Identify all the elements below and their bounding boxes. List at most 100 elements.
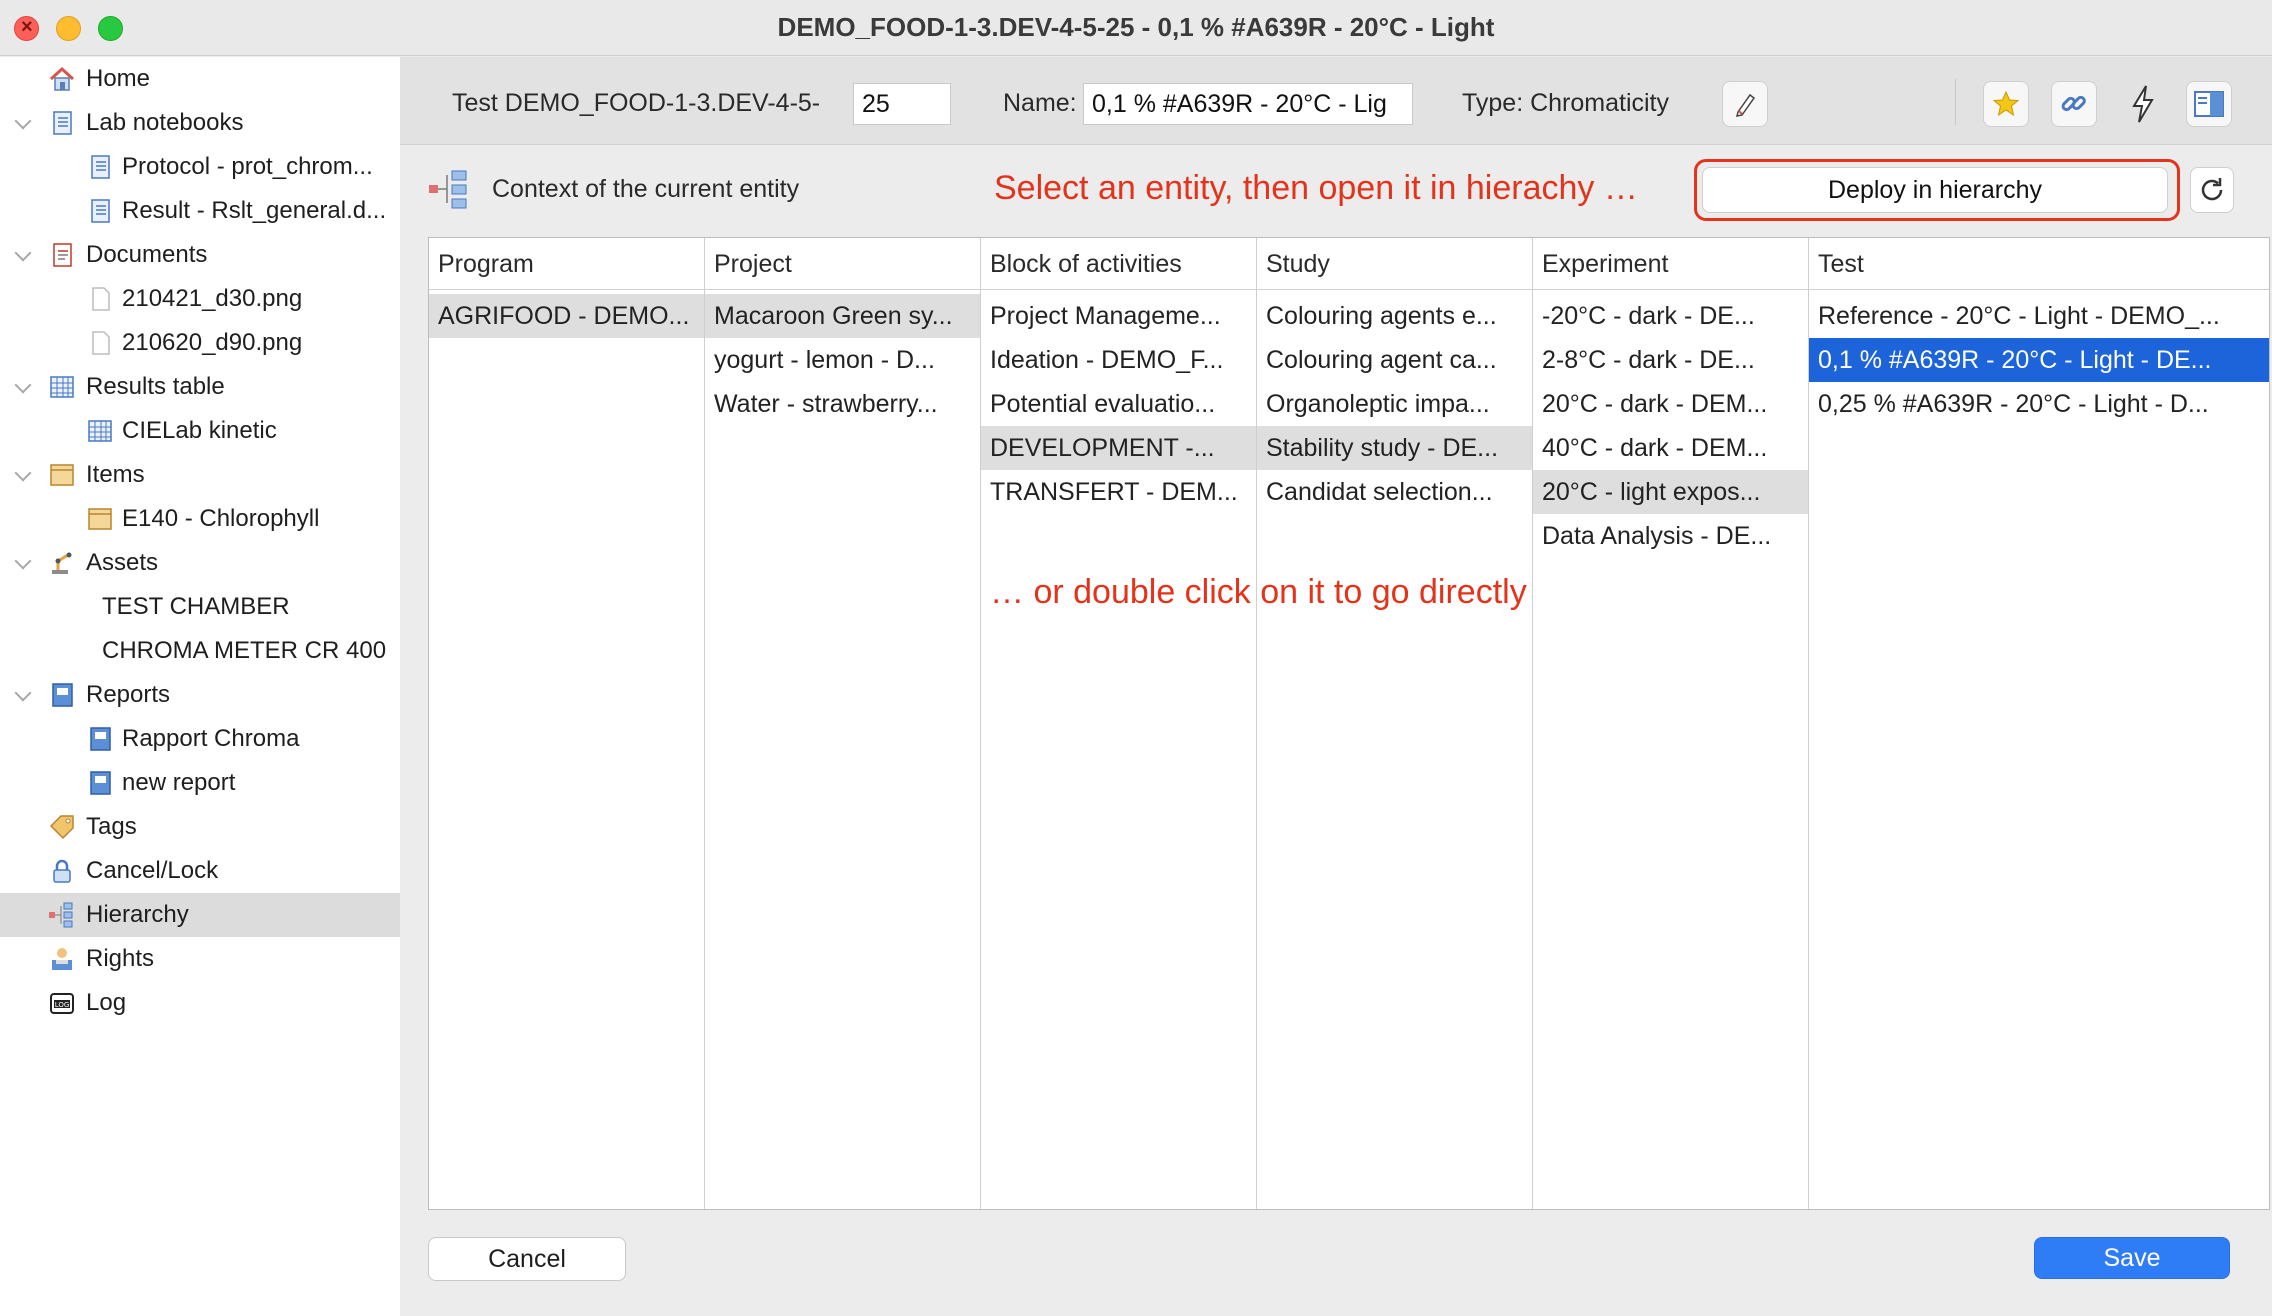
edit-type-button[interactable] [1722, 81, 1768, 127]
list-item[interactable]: Stability study - DE... [1257, 426, 1532, 470]
sidebar-item-label: Lab notebooks [86, 109, 244, 136]
list-item[interactable]: AGRIFOOD - DEMO... [429, 294, 704, 338]
chevron-down-icon[interactable] [14, 245, 34, 265]
chevron-down-icon[interactable] [14, 685, 34, 705]
sidebar-item-label: TEST CHAMBER [102, 593, 290, 620]
sidebar-item-label: CHROMA METER CR 400 [102, 637, 387, 664]
list-item[interactable]: 0,25 % #A639R - 20°C - Light - D... [1809, 382, 2269, 426]
sidebar-item-label: Hierarchy [86, 901, 189, 928]
main-panel: Test DEMO_FOOD-1-3.DEV-4-5- Name: Type: … [400, 57, 2272, 1316]
sidebar-item-results-table[interactable]: Results table [0, 365, 400, 409]
test-number-input[interactable] [853, 83, 951, 125]
entity-header: Test DEMO_FOOD-1-3.DEV-4-5- Name: Type: … [400, 57, 2272, 145]
sidebar-item-protocol[interactable]: Protocol - prot_chrom... [0, 145, 400, 189]
list-item[interactable]: DEVELOPMENT -... [981, 426, 1256, 470]
tag-icon [49, 815, 74, 840]
list-item[interactable]: 20°C - dark - DEM... [1533, 382, 1808, 426]
chevron-down-icon[interactable] [14, 553, 34, 573]
chevron-down-icon[interactable] [14, 113, 34, 133]
sidebar-item-items[interactable]: Items [0, 453, 400, 497]
list-item[interactable]: Macaroon Green sy... [705, 294, 980, 338]
save-button[interactable]: Save [2034, 1237, 2230, 1279]
sidebar-item-chroma-meter[interactable]: CHROMA METER CR 400 [0, 629, 400, 673]
list-item[interactable]: 2-8°C - dark - DE... [1533, 338, 1808, 382]
sidebar-item-file-d30[interactable]: 210421_d30.png [0, 277, 400, 321]
column-header[interactable]: Test [1809, 238, 2269, 290]
list-item[interactable]: Potential evaluatio... [981, 382, 1256, 426]
column-header[interactable]: Study [1257, 238, 1532, 290]
list-item[interactable]: Colouring agents e... [1257, 294, 1532, 338]
sidebar-item-test-chamber[interactable]: TEST CHAMBER [0, 585, 400, 629]
star-icon [1992, 90, 2020, 117]
list-item[interactable]: Colouring agent ca... [1257, 338, 1532, 382]
deploy-in-hierarchy-button[interactable]: Deploy in hierarchy [1702, 167, 2168, 213]
chevron-down-icon[interactable] [14, 377, 34, 397]
sidebar-item-assets[interactable]: Assets [0, 541, 400, 585]
sidebar-item-label: 210421_d30.png [122, 285, 303, 312]
favorite-button[interactable] [1983, 81, 2029, 127]
sidebar-item-reports[interactable]: Reports [0, 673, 400, 717]
sidebar-item-cancel-lock[interactable]: Cancel/Lock [0, 849, 400, 893]
list-item[interactable]: 40°C - dark - DEM... [1533, 426, 1808, 470]
log-icon: LOG [50, 993, 74, 1014]
list-item[interactable]: Reference - 20°C - Light - DEMO_... [1809, 294, 2269, 338]
sidebar-item-label: Items [86, 461, 145, 488]
lightning-icon [2132, 85, 2154, 123]
link-button[interactable] [2051, 81, 2097, 127]
sidebar-item-documents[interactable]: Documents [0, 233, 400, 277]
list-item[interactable]: Candidat selection... [1257, 470, 1532, 514]
sidebar-item-new-report[interactable]: new report [0, 761, 400, 805]
sidebar-item-cielab-kinetic[interactable]: CIELab kinetic [0, 409, 400, 453]
sidebar-item-hierarchy[interactable]: Hierarchy [0, 893, 400, 937]
sidebar-item-rights[interactable]: Rights [0, 937, 400, 981]
home-icon [49, 66, 75, 91]
list-item[interactable]: TRANSFERT - DEM... [981, 470, 1256, 514]
sidebar-item-log[interactable]: LOG Log [0, 981, 400, 1025]
column-header[interactable]: Program [429, 238, 704, 290]
cancel-button[interactable]: Cancel [428, 1237, 626, 1281]
minimize-window-button[interactable] [56, 16, 81, 41]
chevron-down-icon[interactable] [14, 465, 34, 485]
sidebar-item-home[interactable]: Home [0, 57, 400, 101]
name-input[interactable] [1083, 83, 1413, 125]
sidebar-item-tags[interactable]: Tags [0, 805, 400, 849]
list-item-selected[interactable]: 0,1 % #A639R - 20°C - Light - DE... [1809, 338, 2269, 382]
actions-button[interactable] [2120, 81, 2166, 127]
lock-icon [53, 859, 71, 883]
window-title: DEMO_FOOD-1-3.DEV-4-5-25 - 0,1 % #A639R … [777, 12, 1495, 42]
sidebar-item-label: Assets [86, 549, 159, 576]
hint-select-entity: Select an entity, then open it in hierac… [994, 169, 1638, 207]
svg-text:LOG: LOG [55, 1001, 70, 1009]
list-item[interactable]: yogurt - lemon - D... [705, 338, 980, 382]
window-controls [14, 16, 123, 41]
column-test: Test Reference - 20°C - Light - DEMO_...… [1809, 238, 2269, 1209]
title-bar: DEMO_FOOD-1-3.DEV-4-5-25 - 0,1 % #A639R … [0, 0, 2272, 56]
zoom-window-button[interactable] [98, 16, 123, 41]
column-header[interactable]: Block of activities [981, 238, 1256, 290]
list-item[interactable]: Organoleptic impa... [1257, 382, 1532, 426]
list-item[interactable]: Ideation - DEMO_F... [981, 338, 1256, 382]
sidebar-item-lab-notebooks[interactable]: Lab notebooks [0, 101, 400, 145]
list-item[interactable]: Data Analysis - DE... [1533, 514, 1808, 558]
list-item[interactable]: Water - strawberry... [705, 382, 980, 426]
panel-toggle-button[interactable] [2186, 81, 2232, 127]
column-header[interactable]: Project [705, 238, 980, 290]
list-item[interactable]: 20°C - light expos... [1533, 470, 1808, 514]
sidebar-item-file-d90[interactable]: 210620_d90.png [0, 321, 400, 365]
close-window-button[interactable] [14, 16, 39, 41]
table-icon [50, 376, 74, 398]
report-icon [52, 683, 73, 707]
toolbar-separator [1955, 79, 1956, 125]
hint-double-click: … or double click on it to go directly [990, 573, 1527, 611]
refresh-button[interactable] [2190, 167, 2234, 213]
sidebar-item-result[interactable]: Result - Rslt_general.d... [0, 189, 400, 233]
sidebar-item-e140[interactable]: E140 - Chlorophyll [0, 497, 400, 541]
column-study: Study Colouring agents e... Colouring ag… [1257, 238, 1533, 1209]
list-item[interactable]: -20°C - dark - DE... [1533, 294, 1808, 338]
sidebar-item-rapport-chroma[interactable]: Rapport Chroma [0, 717, 400, 761]
list-item[interactable]: Project Manageme... [981, 294, 1256, 338]
sidebar-item-label: Rights [86, 945, 155, 972]
column-header[interactable]: Experiment [1533, 238, 1808, 290]
test-label: Test DEMO_FOOD-1-3.DEV-4-5- [452, 89, 821, 117]
column-program: Program AGRIFOOD - DEMO... [429, 238, 705, 1209]
